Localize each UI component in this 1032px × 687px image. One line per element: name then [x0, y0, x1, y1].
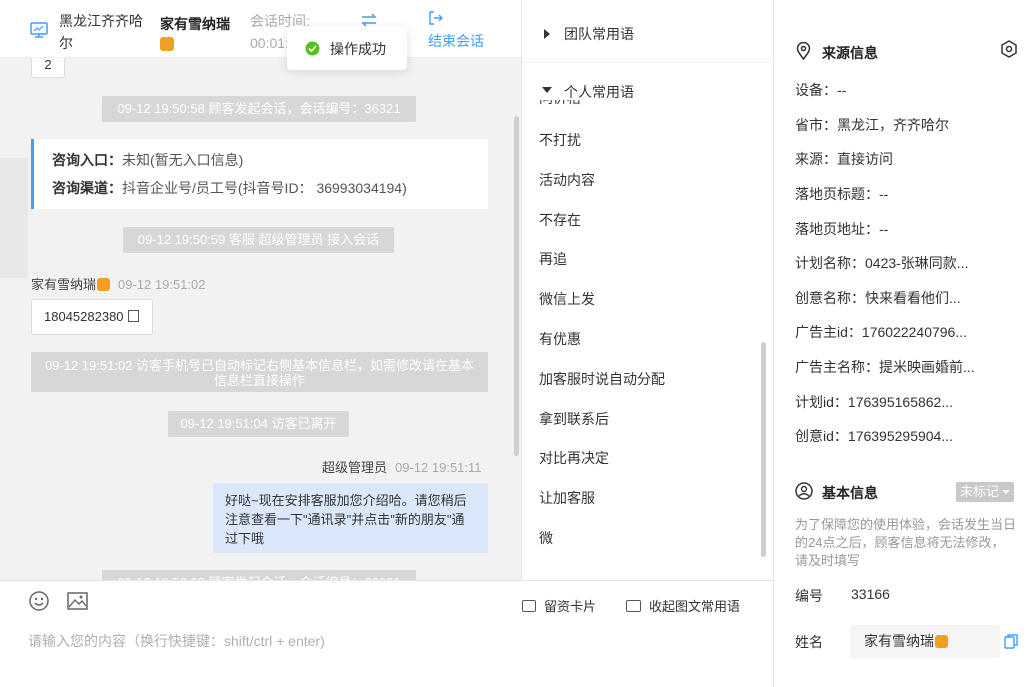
- phrases-scrollbar[interactable]: [761, 342, 766, 557]
- source-row: 设备：--: [795, 82, 847, 98]
- phrase-item[interactable]: 再追: [539, 249, 567, 269]
- source-row: 来源：直接访问: [795, 151, 893, 167]
- monitor-icon: [30, 22, 48, 41]
- phrase-item[interactable]: 不打扰: [539, 130, 581, 150]
- source-row: 计划id：176395165862...: [795, 394, 954, 410]
- source-row: 创意名称：快来看看他们...: [795, 290, 961, 306]
- chat-messages[interactable]: 2 09-12 19:50:58 顾客发起会话，会话编号：36321 咨询入口：…: [0, 58, 521, 580]
- system-message: 09-12 19:51:04 访客已离开: [168, 411, 349, 437]
- edit-notice: 为了保障您的使用体验，会话发生当日的24点之后，顾客信息将无法修改，请及时填写: [795, 517, 1017, 568]
- phone-message[interactable]: 18045282380: [31, 299, 153, 335]
- phrase-item[interactable]: 让加客服: [539, 488, 595, 508]
- system-message-partial: 09-12 19:52:08 顾客发起会话，会话编号：36321: [102, 570, 416, 580]
- caret-right-icon: [544, 29, 550, 39]
- check-circle-icon: [305, 41, 320, 59]
- caret-down-icon: [542, 87, 552, 93]
- caret-down-icon: [1002, 490, 1011, 494]
- phrase-item[interactable]: 活动内容: [539, 170, 595, 190]
- end-session-button[interactable]: 结束会话: [428, 10, 484, 51]
- side-shade: [0, 158, 28, 278]
- copy-icon[interactable]: [128, 310, 140, 322]
- name-field[interactable]: 家有雪纳瑞: [850, 625, 1000, 658]
- id-label: 编号: [795, 588, 823, 604]
- source-row: 落地页标题：--: [795, 186, 889, 202]
- location-pin-icon: [796, 41, 811, 63]
- phrase-item[interactable]: 不存在: [539, 210, 581, 230]
- emoji-icon[interactable]: [29, 591, 49, 614]
- source-info-title: 来源信息: [822, 45, 878, 61]
- customer-name: 家有雪纳瑞: [160, 14, 230, 51]
- source-row: 省市：黑龙江，齐齐哈尔: [795, 117, 949, 133]
- user-circle-icon: [795, 482, 813, 503]
- copy-icon[interactable]: [1004, 634, 1018, 652]
- source-row: 广告主id：176022240796...: [795, 324, 968, 340]
- consult-info-card: 咨询入口：未知(暂无入口信息) 咨询渠道：抖音企业号/员工号(抖音号ID： 36…: [31, 139, 488, 209]
- settings-icon[interactable]: [1000, 40, 1018, 61]
- unread-count-badge: 2: [31, 58, 65, 78]
- phrase-item[interactable]: 微信上发: [539, 289, 595, 309]
- chat-header: 黑龙江齐齐哈尔 家有雪纳瑞 会话时间: 00:01: 结束会话: [0, 0, 521, 58]
- message-icon: [626, 600, 641, 612]
- phrase-item[interactable]: 有优惠: [539, 329, 581, 349]
- chat-input-area: 留资卡片 收起图文常用语 请输入您的内容（换行快捷键：shift/ctrl + …: [0, 580, 773, 687]
- image-icon[interactable]: [67, 592, 88, 613]
- success-toast: 操作成功: [287, 26, 407, 70]
- honey-pot-icon: [97, 278, 111, 291]
- system-message: 09-12 19:50:59 客服 超级管理员 接入会话: [123, 227, 394, 253]
- honey-pot-icon: [935, 635, 948, 648]
- system-message: 09-12 19:51:02 访客手机号已自动标记右侧基本信息栏，如需修改请在基…: [31, 352, 488, 392]
- source-row: 创意id：176395295904...: [795, 428, 954, 444]
- phrase-item[interactable]: 微: [539, 528, 553, 548]
- team-phrases-toggle[interactable]: 团队常用语: [522, 0, 769, 63]
- phrase-item[interactable]: 拿到联系后: [539, 409, 609, 429]
- lead-card-button[interactable]: 留资卡片: [522, 596, 596, 615]
- source-row: 落地页地址：--: [795, 221, 889, 237]
- name-label: 姓名: [795, 634, 823, 650]
- collapse-phrases-button[interactable]: 收起图文常用语: [626, 596, 740, 615]
- basic-info-title: 基本信息: [822, 485, 878, 501]
- id-value: 33166: [851, 586, 890, 602]
- agent-message: 好哒~现在安排客服加您介绍哈。请您稍后注意查看一下"通讯录"并点击"新的朋友"通…: [213, 483, 488, 553]
- message-input[interactable]: 请输入您的内容（换行快捷键：shift/ctrl + enter): [28, 631, 768, 681]
- system-message: 09-12 19:50:58 顾客发起会话，会话编号：36321: [102, 96, 416, 122]
- honey-pot-icon: [160, 37, 174, 51]
- agent-meta: 超级管理员 09-12 19:51:11: [322, 460, 482, 475]
- phrase-item[interactable]: 加客服时说自动分配: [539, 369, 665, 389]
- mark-tag-dropdown[interactable]: 未标记: [956, 482, 1015, 502]
- source-row: 计划名称：0423-张琳同款...: [795, 255, 969, 271]
- phrase-item[interactable]: 对比再决定: [539, 448, 609, 468]
- visitor-meta: 家有雪纳瑞 09-12 19:51:02: [31, 277, 206, 292]
- customer-info-pane: 来源信息 设备：-- 省市：黑龙江，齐齐哈尔 来源：直接访问 落地页标题：-- …: [773, 0, 1032, 687]
- phrase-item-partial[interactable]: 问价格: [539, 100, 759, 108]
- source-row: 广告主名称：提米映画婚前...: [795, 359, 975, 375]
- phrases-pane: 团队常用语 个人常用语 问价格 不打扰 活动内容 不存在 再追 微信上发 有优惠…: [521, 0, 773, 580]
- chat-scrollbar[interactable]: [514, 116, 519, 456]
- card-icon: [522, 600, 536, 612]
- exit-icon: [428, 10, 484, 29]
- location-text: 黑龙江齐齐哈尔: [59, 13, 143, 51]
